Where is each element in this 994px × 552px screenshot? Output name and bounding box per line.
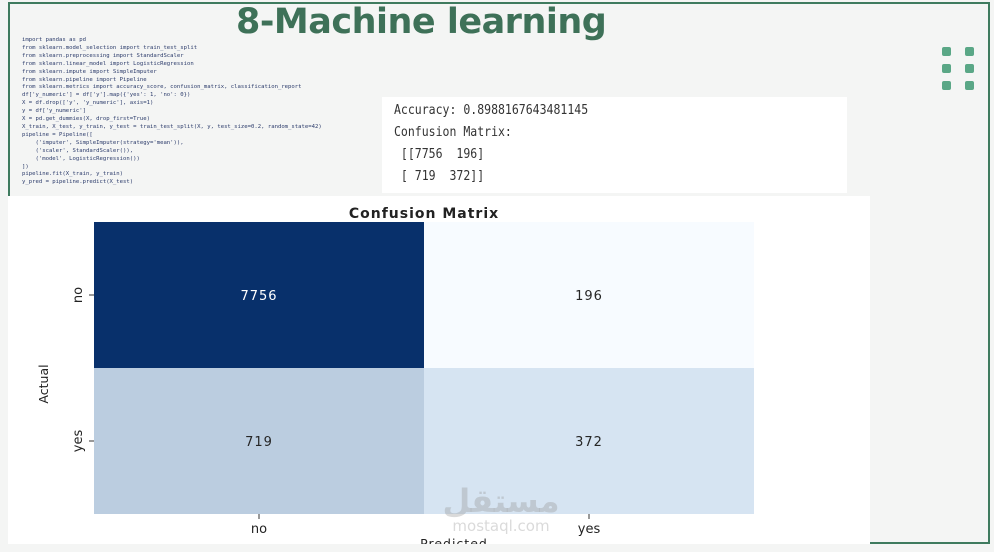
code-line: X_train, X_test, y_train, y_test = train…	[22, 123, 322, 130]
x-axis-label: Predicted	[420, 536, 488, 544]
code-line: y = df['y_numeric']	[22, 108, 86, 115]
code-snippet: import pandas as pd from sklearn.model_se…	[22, 37, 382, 187]
dot	[942, 64, 951, 73]
dot-grid-icon	[942, 47, 976, 93]
cell-value-label: 372	[575, 435, 603, 450]
heatmap-svg: Confusion Matrix 7756 196 719 372 no yes no yes P…	[36, 206, 754, 544]
code-line: from sklearn.model_selection import trai…	[22, 44, 198, 51]
code-line: ('scaler', StandardScaler()),	[22, 147, 134, 154]
code-line: y_pred = pipeline.predict(X_test)	[22, 179, 134, 186]
accuracy-output: Accuracy: 0.8988167643481145	[394, 103, 589, 118]
dot	[965, 64, 974, 73]
dot	[942, 47, 951, 56]
code-line: from sklearn.pipeline import Pipeline	[22, 76, 147, 83]
y-tick-label: yes	[71, 430, 86, 453]
code-line: ])	[22, 163, 29, 170]
y-axis-label: Actual	[36, 364, 51, 403]
code-line: pipeline.fit(X_train, y_train)	[22, 171, 124, 178]
code-line: X = pd.get_dummies(X, drop_first=True)	[22, 116, 150, 123]
cell-value-label: 7756	[240, 289, 277, 304]
code-line: df['y_numeric'] = df['y'].map({'yes': 1,…	[22, 92, 191, 99]
cell-value-label: 196	[575, 289, 603, 304]
dot	[965, 47, 974, 56]
code-line: from sklearn.linear_model import Logisti…	[22, 60, 194, 67]
code-line: from sklearn.preprocessing import Standa…	[22, 52, 184, 59]
code-line: from sklearn.metrics import accuracy_sco…	[22, 84, 302, 91]
confusion-matrix-chart: Confusion Matrix 7756 196 719 372 no yes no yes P…	[8, 196, 870, 544]
confusion-matrix-label: Confusion Matrix:	[394, 125, 512, 140]
dot	[942, 81, 951, 90]
code-line: pipeline = Pipeline([	[22, 131, 93, 138]
confusion-matrix-row-1: [[7756 196]	[394, 147, 485, 162]
y-tick-label: no	[71, 287, 86, 303]
code-line: X = df.drop(['y', 'y_numeric'], axis=1)	[22, 100, 154, 107]
dot	[965, 81, 974, 90]
x-tick-label: yes	[578, 522, 601, 537]
code-line: ('imputer', SimpleImputer(strategy='mean…	[22, 139, 184, 146]
cell-value-label: 719	[245, 435, 273, 450]
confusion-matrix-row-2: [ 719 372]]	[394, 169, 485, 184]
code-line: import pandas as pd	[22, 37, 86, 43]
x-tick-label: no	[251, 522, 267, 537]
chart-title: Confusion Matrix	[349, 206, 499, 222]
code-line: from sklearn.impute import SimpleImputer	[22, 68, 157, 75]
slide-title: 8-Machine learning	[236, 2, 607, 42]
code-line: ('model', LogisticRegression())	[22, 155, 140, 162]
output-panel: Accuracy: 0.8988167643481145 Confusion M…	[382, 97, 847, 193]
